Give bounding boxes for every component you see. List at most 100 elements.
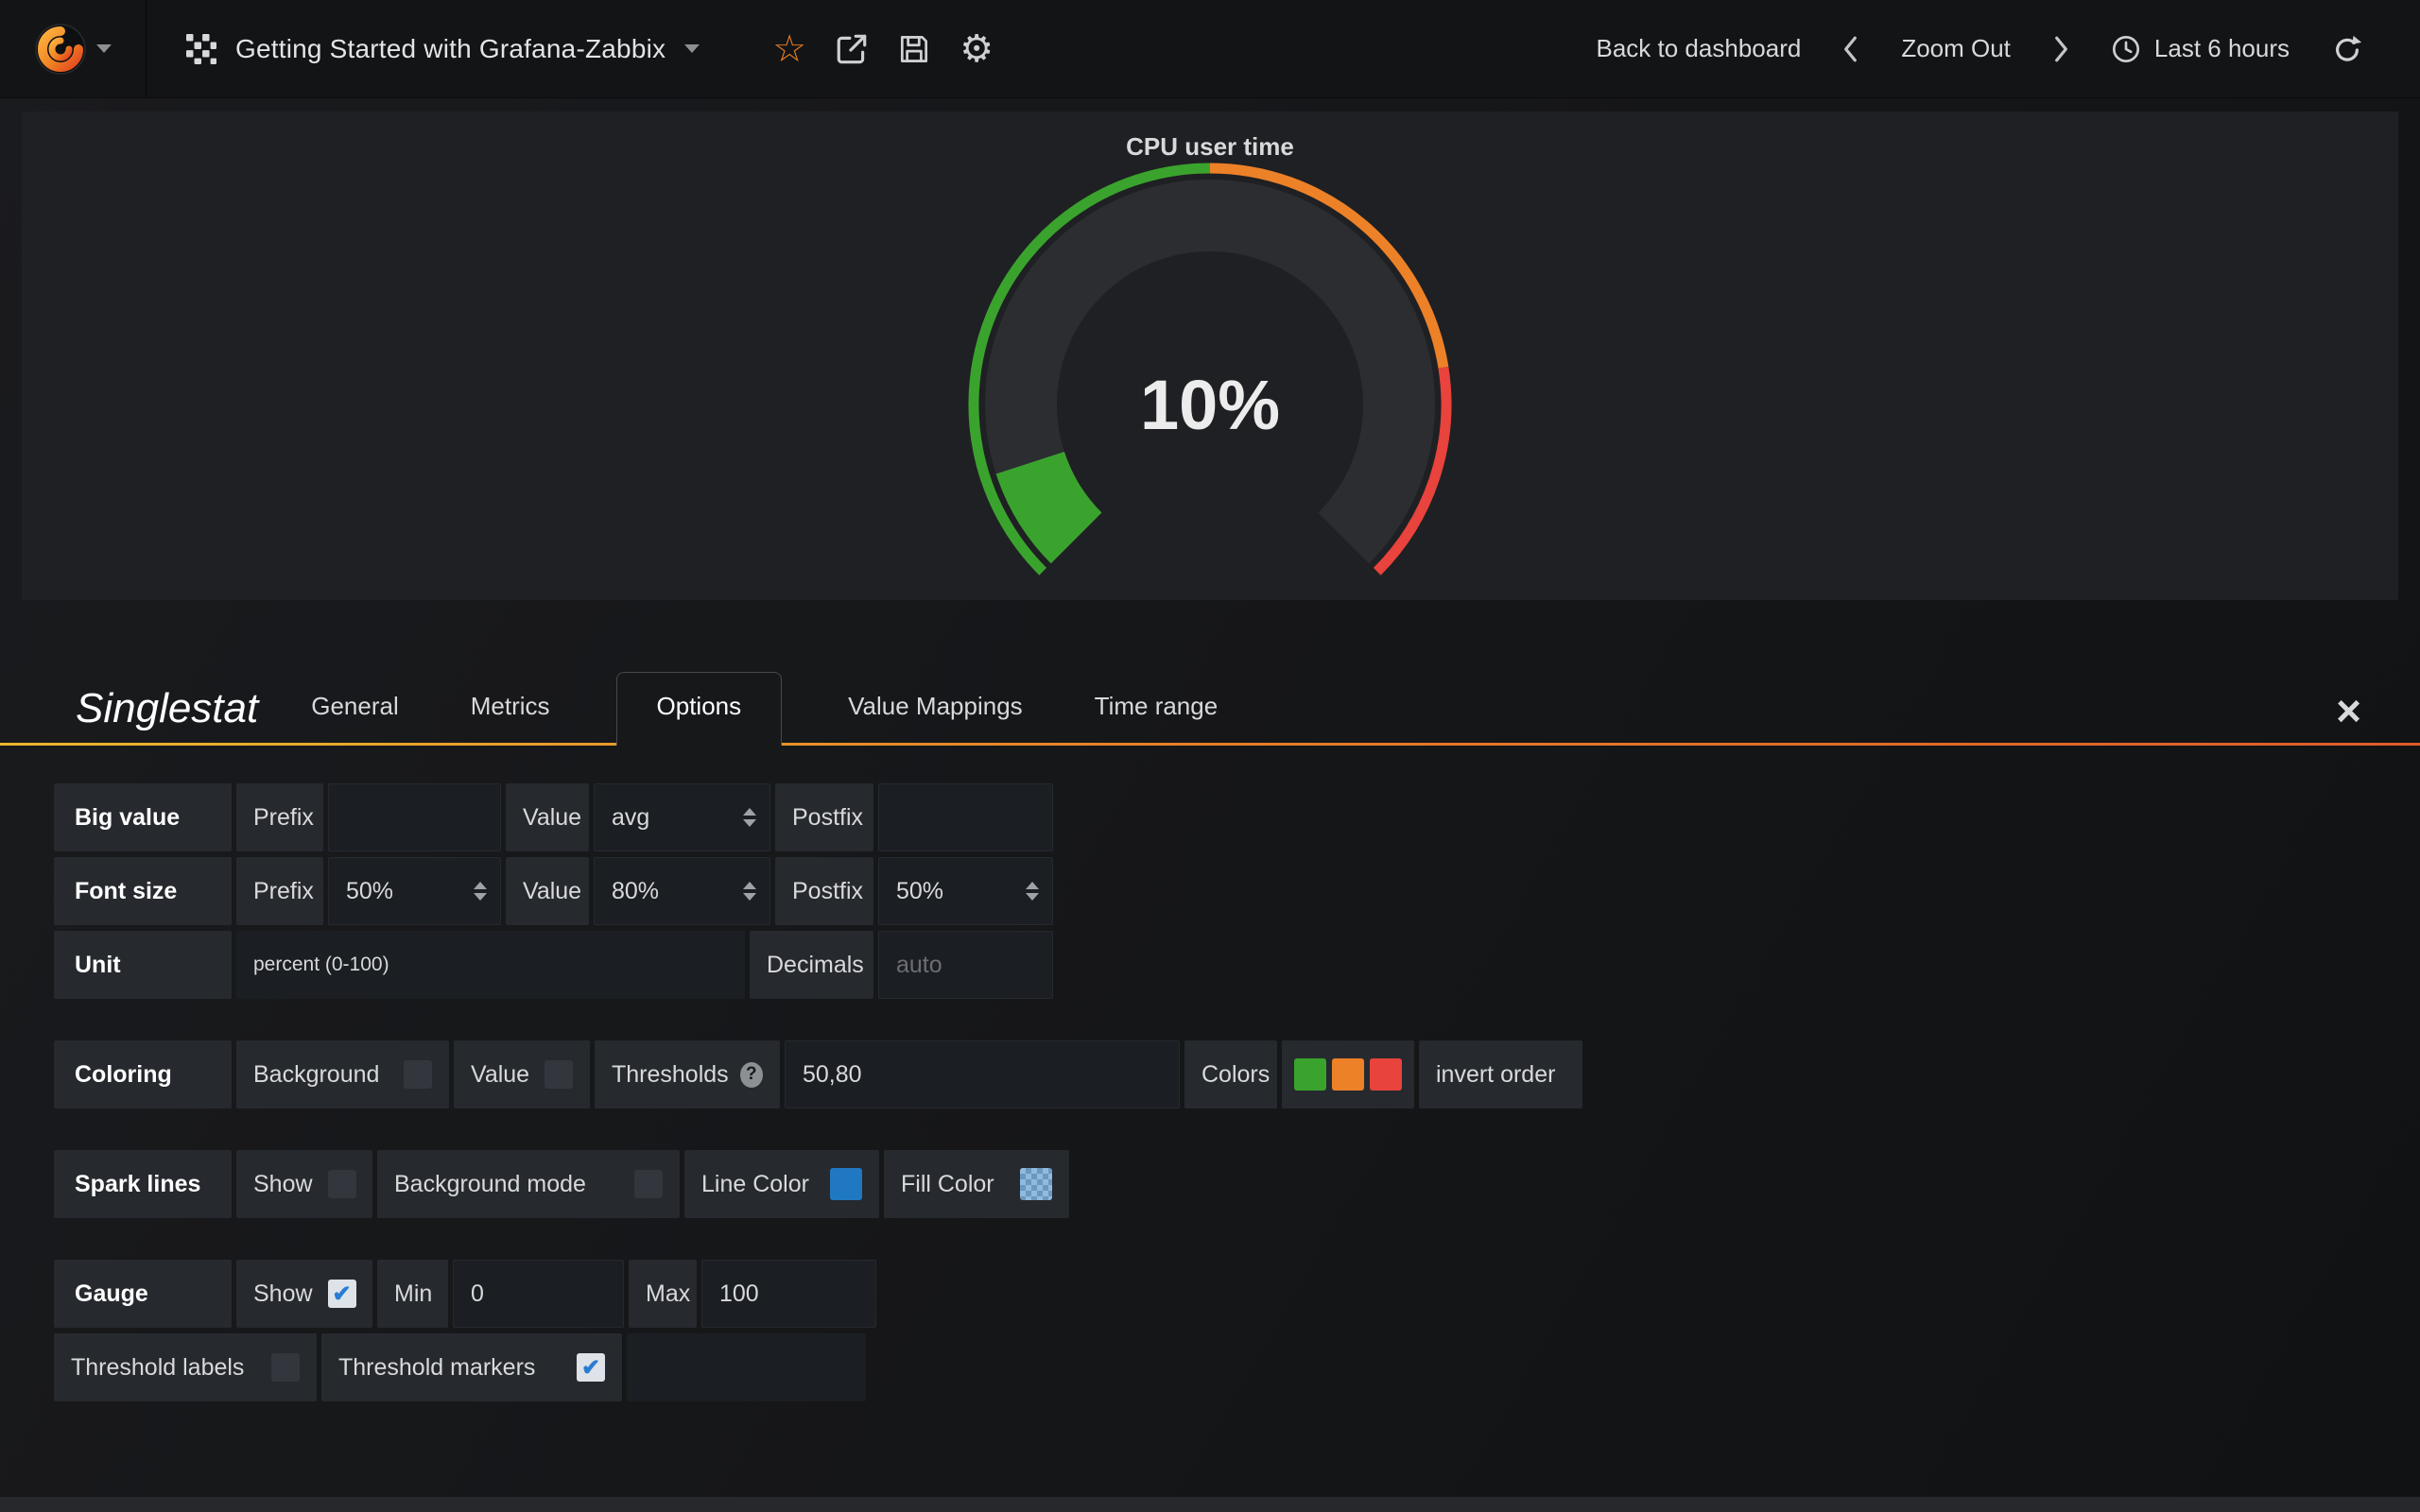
spark-lines-label: Spark lines: [54, 1150, 232, 1218]
spinner-icon: [743, 882, 756, 901]
zoom-out-button[interactable]: Zoom Out: [1901, 34, 2011, 63]
chevron-down-icon: [684, 44, 700, 53]
grafana-app: Getting Started with Grafana-Zabbix ☆: [0, 0, 2420, 1512]
coloring-value-cell: Value: [454, 1040, 590, 1108]
value-format-select[interactable]: avg: [594, 783, 770, 851]
value-label: Value: [506, 783, 589, 851]
chevron-right-icon: [2052, 35, 2069, 63]
threshold-color-swatch-3[interactable]: [1370, 1058, 1402, 1091]
colors-label: Colors: [1184, 1040, 1277, 1108]
chevron-down-icon: [96, 44, 112, 53]
value-size-select[interactable]: 80%: [594, 857, 770, 925]
postfix-size-select[interactable]: 50%: [878, 857, 1053, 925]
postfix-label: Postfix: [775, 783, 873, 851]
background-mode-checkbox[interactable]: [634, 1170, 663, 1198]
grafana-logo-button[interactable]: [0, 0, 147, 97]
postfix-label: Postfix: [775, 857, 873, 925]
gauge-thresholds-row: Threshold labels Threshold markers: [54, 1333, 2420, 1401]
grafana-logo-icon: [34, 23, 87, 76]
tab-value-mappings[interactable]: Value Mappings: [842, 692, 1028, 746]
save-button[interactable]: [883, 0, 945, 98]
clock-icon: [2111, 34, 2141, 64]
gauge-row: Gauge Show Min Max: [54, 1260, 2420, 1328]
tab-underline: [0, 743, 2420, 746]
line-color-swatch[interactable]: [830, 1168, 862, 1200]
threshold-color-swatch-1[interactable]: [1294, 1058, 1326, 1091]
star-button[interactable]: ☆: [758, 0, 821, 98]
singlestat-panel: CPU user time 10%: [22, 112, 2398, 600]
navbar: Getting Started with Grafana-Zabbix ☆: [0, 0, 2420, 98]
gauge-show-cell: Show: [236, 1260, 372, 1328]
dashboard-title: Getting Started with Grafana-Zabbix: [235, 34, 666, 64]
star-icon: ☆: [772, 30, 806, 68]
big-value-postfix-input[interactable]: [878, 783, 1053, 851]
font-size-label: Font size: [54, 857, 232, 925]
time-shift-left-button[interactable]: [1842, 35, 1859, 63]
gauge-max-input[interactable]: [701, 1260, 876, 1328]
prefix-size-select[interactable]: 50%: [328, 857, 501, 925]
prefix-label: Prefix: [236, 783, 323, 851]
gauge-label: Gauge: [54, 1260, 232, 1328]
spark-lines-row: Spark lines Show Background mode Line Co…: [54, 1150, 2420, 1218]
threshold-labels-checkbox[interactable]: [271, 1353, 300, 1382]
gauge-chart: 10%: [870, 149, 1550, 593]
share-button[interactable]: [821, 0, 883, 98]
line-color-cell: Line Color: [684, 1150, 879, 1218]
big-value-prefix-input[interactable]: [328, 783, 501, 851]
spinner-icon: [743, 808, 756, 827]
thresholds-input[interactable]: [785, 1040, 1180, 1108]
sparkline-show-cell: Show: [236, 1150, 372, 1218]
value-label: Value: [506, 857, 589, 925]
time-range-button[interactable]: Last 6 hours: [2111, 34, 2290, 64]
gauge-group: Gauge Show Min Max Threshold labels: [54, 1260, 2420, 1401]
sparkline-show-checkbox[interactable]: [328, 1170, 356, 1198]
share-icon: [834, 31, 870, 67]
invert-order-button[interactable]: invert order: [1419, 1040, 1582, 1108]
font-size-row: Font size Prefix 50% Value 80% Postfix: [54, 857, 2420, 925]
threshold-markers-checkbox[interactable]: [577, 1353, 605, 1382]
coloring-group: Coloring Background Value Thresholds ?: [54, 1040, 2420, 1108]
unit-select[interactable]: percent (0-100): [236, 931, 745, 999]
unit-label: Unit: [54, 931, 232, 999]
background-checkbox[interactable]: [404, 1060, 432, 1089]
min-label: Min: [377, 1260, 448, 1328]
threshold-markers-cell: Threshold markers: [321, 1333, 622, 1401]
tab-general[interactable]: General: [305, 692, 405, 746]
unit-row: Unit percent (0-100) Decimals: [54, 931, 2420, 999]
save-icon: [896, 31, 932, 67]
back-to-dashboard-button[interactable]: Back to dashboard: [1597, 34, 1802, 63]
gauge-show-checkbox[interactable]: [328, 1280, 356, 1308]
tab-options[interactable]: Options: [616, 672, 783, 746]
value-checkbox[interactable]: [544, 1060, 573, 1089]
colors-swatches-cell: [1282, 1040, 1414, 1108]
spark-lines-group: Spark lines Show Background mode Line Co…: [54, 1150, 2420, 1218]
spinner-icon: [474, 882, 487, 901]
refresh-button[interactable]: [2331, 33, 2363, 65]
close-editor-button[interactable]: ×: [2336, 689, 2361, 732]
gauge-min-input[interactable]: [453, 1260, 624, 1328]
coloring-label: Coloring: [54, 1040, 232, 1108]
help-icon[interactable]: ?: [740, 1062, 763, 1088]
spinner-icon: [1026, 882, 1039, 901]
fill-color-swatch[interactable]: [1020, 1168, 1052, 1200]
coloring-background-cell: Background: [236, 1040, 449, 1108]
panel-editor: Singlestat General Metrics Options Value…: [0, 666, 2420, 1401]
editor-tabs: General Metrics Options Value Mappings T…: [305, 672, 1223, 746]
max-label: Max: [629, 1260, 697, 1328]
decimals-label: Decimals: [750, 931, 873, 999]
settings-button[interactable]: ⚙: [945, 0, 1008, 98]
tab-metrics[interactable]: Metrics: [465, 692, 556, 746]
dashboard-title-button[interactable]: Getting Started with Grafana-Zabbix: [147, 0, 741, 97]
value-options-group: Big value Prefix Value avg Postfix Font …: [54, 783, 2420, 999]
coloring-row: Coloring Background Value Thresholds ?: [54, 1040, 2420, 1108]
decimals-input[interactable]: [878, 931, 1053, 999]
tab-time-range[interactable]: Time range: [1089, 692, 1224, 746]
threshold-labels-cell: Threshold labels: [54, 1333, 317, 1401]
editor-panel-type: Singlestat: [76, 685, 258, 746]
dashboard-grid-icon: [186, 34, 216, 64]
time-shift-right-button[interactable]: [2052, 35, 2069, 63]
threshold-color-swatch-2[interactable]: [1332, 1058, 1364, 1091]
thresholds-label: Thresholds ?: [595, 1040, 780, 1108]
prefix-label: Prefix: [236, 857, 323, 925]
big-value-row: Big value Prefix Value avg Postfix: [54, 783, 2420, 851]
